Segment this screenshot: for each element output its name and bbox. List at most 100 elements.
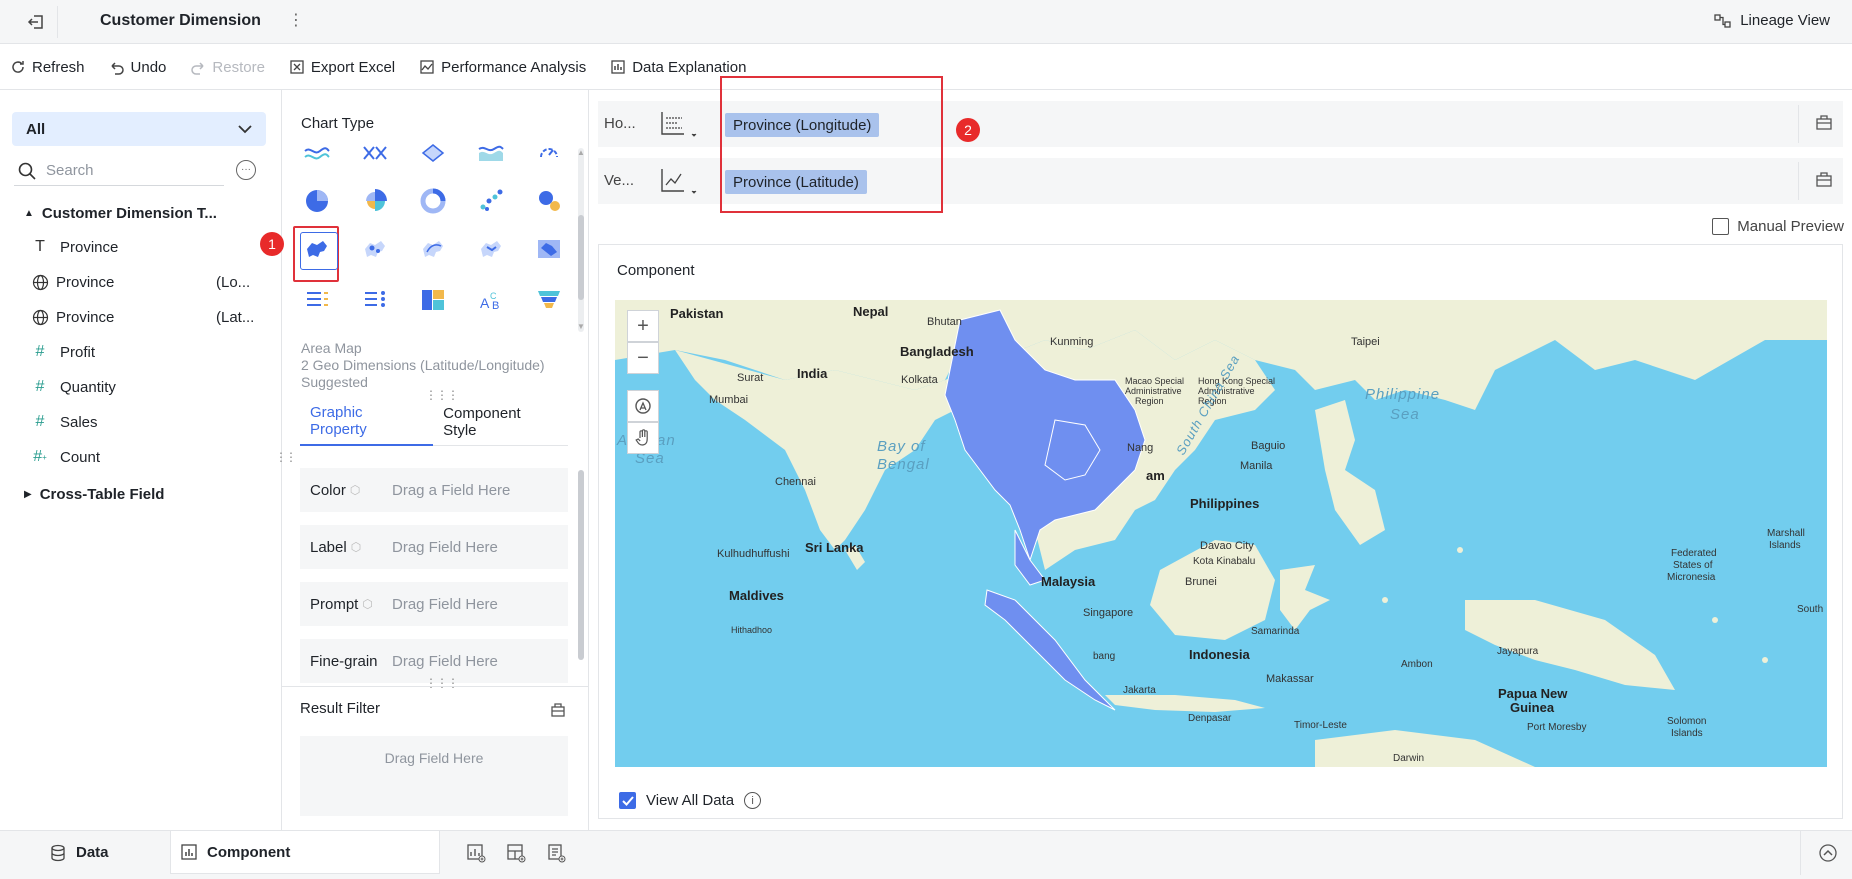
prompt-drop-zone[interactable]: Prompt ⬡ Drag Field Here [300,582,568,626]
scroll-up-arrow[interactable]: ▲ [577,148,585,157]
map-label: Baguio [1251,440,1286,452]
map-label: Chennai [775,476,816,488]
search-input[interactable]: Search [14,156,224,186]
chart-type-detail-table[interactable] [298,281,336,319]
result-filter-drop-zone[interactable]: Drag Field Here [300,736,568,816]
map-label: Jakarta [1123,685,1156,696]
detail-table-icon [307,292,328,306]
field-sales[interactable]: # Sales [30,405,260,439]
chart-type-gauge[interactable] [530,134,568,172]
restore-button[interactable]: Restore [190,59,265,76]
more-options-icon[interactable]: ⋮ [288,10,304,30]
chart-type-funnel[interactable] [530,281,568,319]
select-tool-button[interactable] [627,390,659,422]
chart-type-point-map[interactable] [356,230,394,268]
globe-icon [30,309,50,326]
hash-icon: # [35,378,45,395]
chart-type-bubble[interactable] [530,182,568,220]
table-group-header[interactable]: ▲ Customer Dimension T... [24,205,217,222]
lineage-view-button[interactable]: Lineage View [1714,12,1830,29]
map-label: Papua New [1498,686,1568,701]
area-map[interactable]: Pakistan Nepal Bhutan Bangladesh Kunming… [615,300,1827,767]
color-drop-zone[interactable]: Color ⬡ Drag a Field Here [300,468,568,512]
map-label: Timor-Leste [1294,720,1347,731]
horizontal-axis-icon[interactable] [658,110,698,141]
map-label: Philippines [1190,496,1260,511]
vertical-axis-icon[interactable] [658,167,698,198]
export-excel-button[interactable]: Export Excel [289,59,395,76]
label-drop-zone[interactable]: Label ⬡ Drag Field Here [300,525,568,569]
globe-icon [30,274,50,291]
chart-type-word-cloud[interactable]: ACB [472,281,510,319]
field-count[interactable]: # + Count [30,440,260,474]
tab-component[interactable]: Component [170,831,440,874]
label-label: Label [310,538,347,556]
annotation-highlight-2 [720,76,943,213]
tab-data-label: Data [76,844,109,861]
tab-component-style[interactable]: Component Style [433,398,568,446]
filter-icon[interactable] [550,702,566,721]
map-label: Philippine [1365,386,1441,403]
chart-type-stream[interactable] [298,134,336,172]
add-component-icon[interactable] [466,843,486,866]
check-icon [621,795,634,806]
pan-tool-button[interactable] [627,422,659,454]
chart-type-radar[interactable] [414,134,452,172]
drag-handle-dots[interactable]: ⋮⋮⋮ [425,676,459,690]
property-scrollbar[interactable] [578,470,584,660]
chart-type-multi-axis[interactable] [356,134,394,172]
dataset-dropdown[interactable]: All [12,112,266,146]
zoom-out-button[interactable]: − [627,342,659,374]
lineage-icon [1714,13,1731,28]
manual-preview-checkbox[interactable] [1712,218,1730,235]
scroll-down-arrow[interactable]: ▼ [577,322,585,331]
chart-type-flow-map[interactable] [414,230,452,268]
pie-chart-icon [306,190,328,212]
lock-icon[interactable] [1815,113,1833,134]
chart-type-heat-map[interactable] [472,230,510,268]
chart-type-donut[interactable] [414,182,452,220]
manual-preview-toggle[interactable]: Manual Preview [1712,218,1844,235]
chart-type-area[interactable] [472,134,510,172]
prompt-label: Prompt [310,595,359,613]
add-story-icon[interactable] [546,843,566,866]
point-map-icon [365,241,385,257]
view-all-data-checkbox[interactable] [619,792,636,809]
tab-data[interactable]: Data [50,831,109,874]
map-label: Ambon [1401,659,1433,670]
field-label: Province [60,238,119,256]
performance-analysis-button[interactable]: Performance Analysis [419,59,586,76]
field-profit[interactable]: # Profit [30,335,260,369]
data-explanation-button[interactable]: Data Explanation [610,59,746,76]
cross-table-group[interactable]: ▶ Cross-Table Field [24,486,164,503]
more-icon[interactable]: ··· [236,160,256,180]
color-label: Color [310,481,346,499]
chart-type-cross-table[interactable] [356,281,394,319]
annotation-badge-2: 2 [956,118,980,142]
search-icon [18,162,36,180]
chart-type-gis-map[interactable] [530,230,568,268]
lock-icon[interactable] [1815,170,1833,191]
field-province-longitude[interactable]: Province (Lo... [30,265,260,299]
database-icon [51,844,65,861]
chart-type-rose[interactable] [356,182,394,220]
info-icon[interactable]: i [744,792,762,809]
undo-label: Undo [130,58,167,76]
zoom-in-button[interactable]: + [627,310,659,342]
chart-type-treemap[interactable] [414,281,452,319]
divider [1798,105,1799,143]
refresh-button[interactable]: Refresh [10,59,85,76]
view-all-data-toggle[interactable]: View All Data i [619,792,762,809]
map-label: Samarinda [1251,626,1300,637]
back-button[interactable] [14,6,58,38]
chart-type-pie[interactable] [298,182,336,220]
add-dashboard-icon[interactable] [506,843,526,866]
undo-button[interactable]: Undo [109,58,167,76]
chart-type-scatter[interactable] [472,182,510,220]
tab-graphic-property[interactable]: Graphic Property [300,398,434,446]
collapse-up-icon[interactable] [1818,843,1838,866]
field-province-latitude[interactable]: Province (Lat... [30,300,260,334]
field-province[interactable]: T Province [30,230,260,264]
field-quantity[interactable]: # Quantity [30,370,260,404]
chart-type-scrollbar[interactable] [578,215,584,300]
